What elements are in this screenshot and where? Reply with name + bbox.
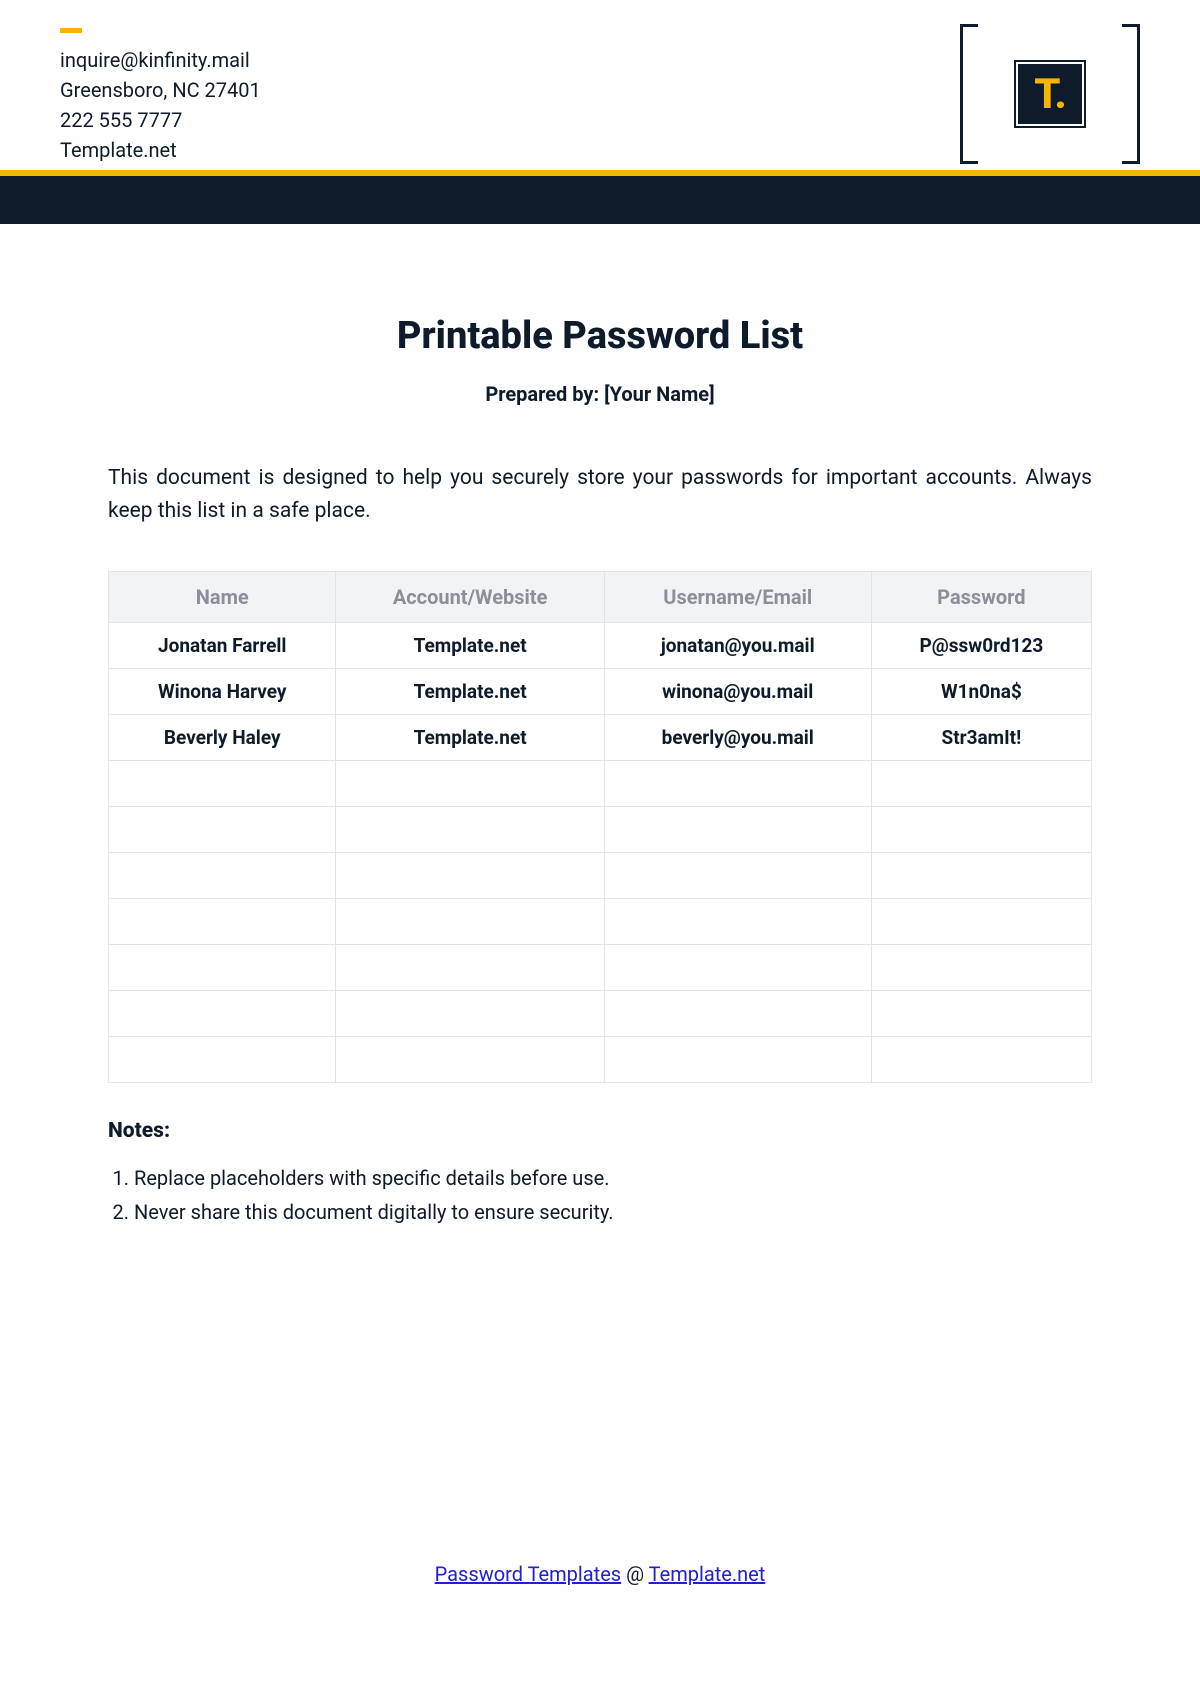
col-password: Password — [871, 572, 1091, 623]
table-row-empty — [109, 945, 1092, 991]
note-item: Replace placeholders with specific detai… — [134, 1161, 1092, 1195]
table-row: Beverly HaleyTemplate.netbeverly@you.mai… — [109, 715, 1092, 761]
table-row-empty — [109, 853, 1092, 899]
col-name: Name — [109, 572, 336, 623]
col-account: Account/Website — [336, 572, 604, 623]
header: inquire@kinfinity.mail Greensboro, NC 27… — [0, 0, 1200, 170]
footer-separator: @ — [621, 1562, 649, 1586]
col-username: Username/Email — [604, 572, 871, 623]
cell-empty — [336, 945, 604, 991]
cell-empty — [871, 853, 1091, 899]
cell-user: jonatan@you.mail — [604, 623, 871, 669]
table-row: Winona HarveyTemplate.netwinona@you.mail… — [109, 669, 1092, 715]
cell-empty — [109, 853, 336, 899]
cell-empty — [109, 991, 336, 1037]
cell-empty — [109, 1037, 336, 1083]
cell-empty — [336, 761, 604, 807]
contact-site: Template.net — [60, 135, 261, 165]
table-row-empty — [109, 761, 1092, 807]
cell-password: P@ssw0rd123 — [871, 623, 1091, 669]
cell-empty — [604, 761, 871, 807]
footer-link-site[interactable]: Template.net — [649, 1562, 766, 1586]
page-title: Printable Password List — [108, 314, 1092, 358]
table-row-empty — [109, 991, 1092, 1037]
contact-email: inquire@kinfinity.mail — [60, 45, 261, 75]
table-row-empty — [109, 807, 1092, 853]
table-row-empty — [109, 899, 1092, 945]
cell-empty — [871, 1037, 1091, 1083]
cell-empty — [604, 991, 871, 1037]
password-table: Name Account/Website Username/Email Pass… — [108, 571, 1092, 1083]
contact-address: Greensboro, NC 27401 — [60, 75, 261, 105]
cell-account: Template.net — [336, 623, 604, 669]
cell-name: Beverly Haley — [109, 715, 336, 761]
bracket-right-icon — [1122, 24, 1140, 164]
cell-empty — [109, 899, 336, 945]
footer-link-templates[interactable]: Password Templates — [435, 1562, 621, 1586]
cell-empty — [871, 807, 1091, 853]
cell-empty — [604, 1037, 871, 1083]
table-header-row: Name Account/Website Username/Email Pass… — [109, 572, 1092, 623]
cell-empty — [336, 991, 604, 1037]
cell-empty — [109, 761, 336, 807]
cell-empty — [109, 945, 336, 991]
logo: T. — [960, 24, 1140, 164]
accent-dash — [60, 28, 82, 33]
note-item: Never share this document digitally to e… — [134, 1195, 1092, 1229]
cell-empty — [871, 761, 1091, 807]
contact-phone: 222 555 7777 — [60, 105, 261, 135]
cell-empty — [336, 807, 604, 853]
cell-empty — [336, 899, 604, 945]
cell-empty — [871, 945, 1091, 991]
cell-empty — [336, 1037, 604, 1083]
cell-empty — [604, 899, 871, 945]
cell-empty — [604, 945, 871, 991]
cell-password: Str3amIt! — [871, 715, 1091, 761]
cell-empty — [604, 853, 871, 899]
cell-empty — [871, 991, 1091, 1037]
logo-mark: T. — [1014, 60, 1086, 128]
cell-empty — [871, 899, 1091, 945]
intro-text: This document is designed to help you se… — [108, 462, 1092, 527]
navy-bar — [0, 176, 1200, 224]
cell-password: W1n0na$ — [871, 669, 1091, 715]
cell-empty — [109, 807, 336, 853]
cell-name: Jonatan Farrell — [109, 623, 336, 669]
prepared-by: Prepared by: [Your Name] — [108, 382, 1092, 406]
notes-heading: Notes: — [108, 1119, 1092, 1143]
cell-empty — [604, 807, 871, 853]
notes-list: Replace placeholders with specific detai… — [108, 1161, 1092, 1229]
cell-user: beverly@you.mail — [604, 715, 871, 761]
cell-name: Winona Harvey — [109, 669, 336, 715]
table-row-empty — [109, 1037, 1092, 1083]
cell-account: Template.net — [336, 715, 604, 761]
footer: Password Templates @ Template.net — [0, 1562, 1200, 1586]
cell-user: winona@you.mail — [604, 669, 871, 715]
cell-account: Template.net — [336, 669, 604, 715]
table-row: Jonatan FarrellTemplate.netjonatan@you.m… — [109, 623, 1092, 669]
cell-empty — [336, 853, 604, 899]
bracket-left-icon — [960, 24, 978, 164]
contact-block: inquire@kinfinity.mail Greensboro, NC 27… — [60, 28, 261, 165]
